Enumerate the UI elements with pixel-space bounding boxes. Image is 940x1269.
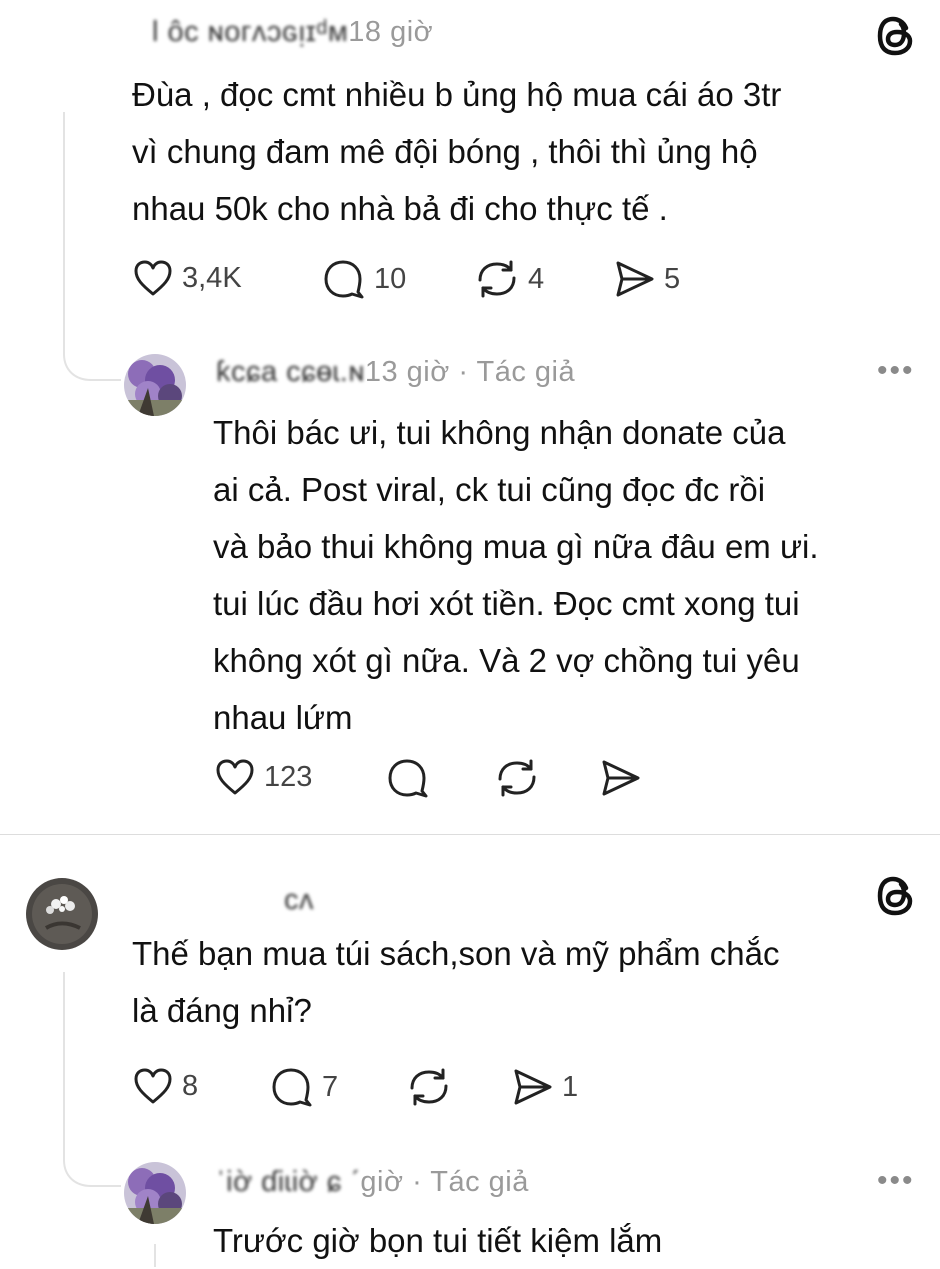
like-button[interactable]: 8 [132, 1066, 198, 1106]
send-icon [514, 1069, 552, 1105]
share-count: 1 [562, 1070, 579, 1103]
repost-icon [478, 260, 516, 298]
avatar[interactable] [124, 1162, 186, 1224]
comment-icon [272, 1068, 312, 1107]
send-icon [616, 261, 654, 297]
repost-button[interactable] [494, 757, 540, 799]
heart-icon [134, 260, 172, 296]
like-count: 8 [182, 1069, 199, 1102]
reply-count: 10 [374, 262, 407, 295]
reply-2-header: ˈiờ ɗiɩiờ ɕ ˊgiờ · Tác giả [216, 1166, 529, 1199]
share-button[interactable] [598, 757, 642, 799]
share-count: 5 [664, 262, 681, 295]
reply-button[interactable]: 10 [322, 258, 406, 300]
author-tag: · Tác giả [458, 356, 576, 388]
threads-logo-icon[interactable] [876, 874, 916, 923]
thread-line [63, 972, 65, 1160]
share-button[interactable]: 5 [612, 258, 680, 300]
avatar[interactable] [124, 354, 186, 416]
reply-1-time: 13 giờ [364, 356, 450, 388]
heart-icon [134, 1068, 172, 1104]
more-options-button[interactable]: ••• [877, 354, 915, 388]
thread-divider [0, 834, 940, 835]
reply-button[interactable] [386, 757, 430, 799]
like-button[interactable]: 3,4K [132, 258, 242, 298]
reply-count: 7 [322, 1070, 339, 1103]
repost-count: 4 [528, 262, 545, 295]
reply-button[interactable]: 7 [270, 1066, 338, 1108]
repost-button[interactable]: 4 [474, 258, 544, 300]
send-icon [602, 760, 640, 796]
reply-2-username[interactable]: ˈiờ ɗiɩiờ ɕ ˊ [216, 1166, 360, 1198]
reply-1-username[interactable]: ƙcɕa cɕɵɩ.ɴ [216, 356, 365, 388]
comment-icon [388, 759, 428, 798]
post-1-text: Đùa , đọc cmt nhiều b ủng hộ mua cái áo … [132, 76, 782, 227]
reply-1-header: ƙcɕa cɕɵɩ.ɴ13 giờ · Tác giả [216, 356, 575, 389]
threads-logo-icon[interactable] [876, 14, 916, 63]
post-1-header: l ôc ɴoᴦᴧɔɢᴉɪᵈᴍ18 giờ [152, 16, 433, 49]
reply-2-time: giờ [360, 1166, 404, 1198]
post-2-username[interactable]: ᴄᴧ [284, 884, 314, 916]
post-1-time: 18 giờ [348, 16, 434, 48]
repost-icon [410, 1068, 448, 1106]
thread-line [154, 1244, 156, 1267]
like-count: 123 [264, 760, 313, 793]
reply-2-text: Trước giờ bọn tui tiết kiệm lắm [213, 1222, 663, 1259]
repost-icon [498, 759, 536, 797]
comment-icon [324, 260, 364, 299]
post-2-header: ᴄᴧ [284, 884, 314, 917]
repost-button[interactable] [406, 1066, 452, 1108]
post-1-username[interactable]: l ôc ɴoᴦᴧɔɢᴉɪᵈᴍ [152, 16, 348, 48]
like-count: 3,4K [182, 261, 242, 294]
avatar[interactable] [26, 878, 98, 950]
author-tag: · Tác giả [412, 1166, 529, 1198]
reply-1-text: Thôi bác ưi, tui không nhận donate của a… [213, 414, 819, 736]
thread-line [63, 112, 65, 352]
heart-icon [216, 759, 254, 795]
post-2-text: Thế bạn mua túi sách,son và mỹ phẩm chắc… [132, 935, 780, 1029]
share-button[interactable]: 1 [510, 1066, 578, 1108]
thread-line-curve [63, 1138, 123, 1195]
more-options-button[interactable]: ••• [877, 1164, 915, 1198]
thread-line-curve [63, 330, 123, 387]
like-button[interactable]: 123 [214, 757, 312, 797]
